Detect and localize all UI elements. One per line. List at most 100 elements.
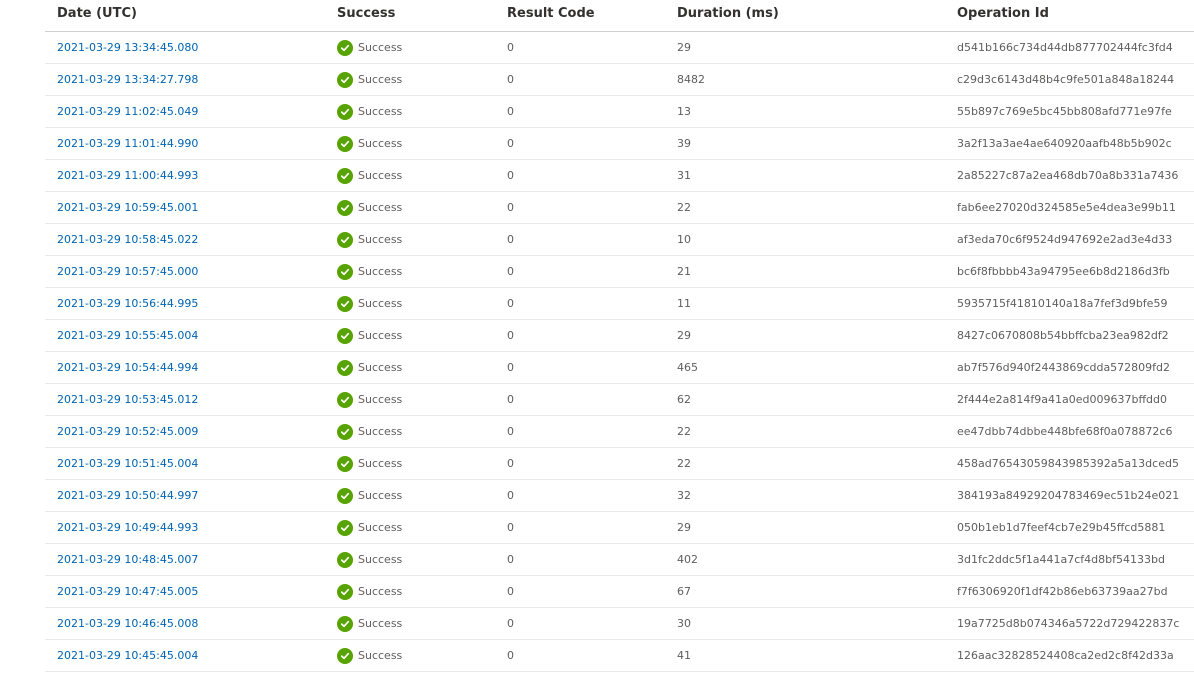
date-cell: 2021-03-29 10:57:45.000 — [57, 256, 198, 287]
date-link[interactable]: 2021-03-29 10:52:45.009 — [57, 425, 198, 438]
table-row[interactable]: 2021-03-29 10:48:45.007 Success 0 402 3d… — [45, 544, 1194, 576]
success-check-icon — [337, 391, 353, 408]
result-code-cell: 0 — [507, 553, 514, 566]
success-check-icon — [337, 551, 353, 568]
result-code-cell: 0 — [507, 41, 514, 54]
operation-id-cell: 3d1fc2ddc5f1a441a7cf4d8bf54133bd — [957, 553, 1165, 566]
operation-id-cell: ee47dbb74dbbe448bfe68f0a078872c6 — [957, 425, 1173, 438]
success-cell: Success — [337, 608, 402, 639]
status-text: Success — [358, 265, 403, 278]
date-cell: 2021-03-29 10:55:45.004 — [57, 320, 198, 351]
table-row[interactable]: 2021-03-29 10:47:45.005 Success 0 67 f7f… — [45, 576, 1194, 608]
date-link[interactable]: 2021-03-29 10:49:44.993 — [57, 521, 198, 534]
status-text: Success — [358, 201, 403, 214]
date-cell: 2021-03-29 10:58:45.022 — [57, 224, 198, 255]
table-row[interactable]: 2021-03-29 11:02:45.049 Success 0 13 55b… — [45, 96, 1194, 128]
status-badge: Success — [337, 647, 402, 664]
table-row[interactable]: 2021-03-29 10:56:44.995 Success 0 11 593… — [45, 288, 1194, 320]
date-link[interactable]: 2021-03-29 10:54:44.994 — [57, 361, 198, 374]
date-cell: 2021-03-29 10:48:45.007 — [57, 544, 198, 575]
date-link[interactable]: 2021-03-29 10:57:45.000 — [57, 265, 198, 278]
date-link[interactable]: 2021-03-29 10:58:45.022 — [57, 233, 198, 246]
date-link[interactable]: 2021-03-29 10:46:45.008 — [57, 617, 198, 630]
date-link[interactable]: 2021-03-29 10:50:44.997 — [57, 489, 198, 502]
duration-cell: 465 — [677, 361, 698, 374]
duration-cell: 41 — [677, 649, 691, 662]
success-cell: Success — [337, 96, 402, 127]
table-row[interactable]: 2021-03-29 10:58:45.022 Success 0 10 af3… — [45, 224, 1194, 256]
success-cell: Success — [337, 512, 402, 543]
date-link[interactable]: 2021-03-29 11:01:44.990 — [57, 137, 198, 150]
duration-cell: 32 — [677, 489, 691, 502]
date-cell: 2021-03-29 10:56:44.995 — [57, 288, 198, 319]
date-link[interactable]: 2021-03-29 11:02:45.049 — [57, 105, 198, 118]
table-row[interactable]: 2021-03-29 10:46:45.008 Success 0 30 19a… — [45, 608, 1194, 640]
status-text: Success — [358, 521, 403, 534]
table-row[interactable]: 2021-03-29 10:57:45.000 Success 0 21 bc6… — [45, 256, 1194, 288]
duration-cell: 39 — [677, 137, 691, 150]
duration-cell: 8482 — [677, 73, 705, 86]
operations-table: Date (UTC) Success Result Code Duration … — [45, 0, 1194, 672]
table-row[interactable]: 2021-03-29 10:45:45.004 Success 0 41 126… — [45, 640, 1194, 672]
status-text: Success — [358, 553, 403, 566]
status-badge: Success — [337, 391, 402, 408]
operation-id-cell: 55b897c769e5bc45bb808afd771e97fe — [957, 105, 1172, 118]
status-text: Success — [358, 457, 403, 470]
success-cell: Success — [337, 64, 402, 95]
operation-id-cell: 2a85227c87a2ea468db70a8b331a7436 — [957, 169, 1179, 182]
duration-cell: 62 — [677, 393, 691, 406]
column-header-date[interactable]: Date (UTC) — [57, 0, 137, 21]
status-text: Success — [358, 105, 403, 118]
date-link[interactable]: 2021-03-29 10:55:45.004 — [57, 329, 198, 342]
table-row[interactable]: 2021-03-29 10:54:44.994 Success 0 465 ab… — [45, 352, 1194, 384]
duration-cell: 21 — [677, 265, 691, 278]
success-cell: Success — [337, 160, 402, 191]
date-cell: 2021-03-29 10:47:45.005 — [57, 576, 198, 607]
date-link[interactable]: 2021-03-29 10:48:45.007 — [57, 553, 198, 566]
success-check-icon — [337, 103, 353, 120]
status-badge: Success — [337, 103, 403, 120]
status-badge: Success — [337, 39, 403, 56]
success-cell: Success — [337, 640, 402, 671]
result-code-cell: 0 — [507, 585, 514, 598]
column-header-result-code[interactable]: Result Code — [507, 0, 595, 21]
table-row[interactable]: 2021-03-29 10:59:45.001 Success 0 22 fab… — [45, 192, 1194, 224]
date-link[interactable]: 2021-03-29 10:56:44.995 — [57, 297, 198, 310]
status-text: Success — [358, 41, 403, 54]
success-check-icon — [337, 359, 353, 376]
column-header-operation-id[interactable]: Operation Id — [957, 0, 1049, 21]
duration-cell: 22 — [677, 201, 691, 214]
success-cell: Success — [337, 192, 402, 223]
result-code-cell: 0 — [507, 265, 514, 278]
table-header: Date (UTC) Success Result Code Duration … — [45, 0, 1194, 32]
date-link[interactable]: 2021-03-29 10:45:45.004 — [57, 649, 198, 662]
operation-id-cell: bc6f8fbbbb43a94795ee6b8d2186d3fb — [957, 265, 1170, 278]
date-link[interactable]: 2021-03-29 10:59:45.001 — [57, 201, 198, 214]
date-link[interactable]: 2021-03-29 13:34:45.080 — [57, 41, 198, 54]
operation-id-cell: 384193a84929204783469ec51b24e021 — [957, 489, 1180, 502]
table-row[interactable]: 2021-03-29 10:51:45.004 Success 0 22 458… — [45, 448, 1194, 480]
success-cell: Success — [337, 448, 402, 479]
column-header-duration[interactable]: Duration (ms) — [677, 0, 779, 21]
table-row[interactable]: 2021-03-29 13:34:45.080 Success 0 29 d54… — [45, 32, 1194, 64]
date-cell: 2021-03-29 11:02:45.049 — [57, 96, 198, 127]
table-row[interactable]: 2021-03-29 10:53:45.012 Success 0 62 2f4… — [45, 384, 1194, 416]
table-row[interactable]: 2021-03-29 10:50:44.997 Success 0 32 384… — [45, 480, 1194, 512]
date-cell: 2021-03-29 10:50:44.997 — [57, 480, 198, 511]
duration-cell: 22 — [677, 457, 691, 470]
date-link[interactable]: 2021-03-29 10:51:45.004 — [57, 457, 198, 470]
date-link[interactable]: 2021-03-29 10:47:45.005 — [57, 585, 198, 598]
column-header-success[interactable]: Success — [337, 0, 395, 21]
table-row[interactable]: 2021-03-29 11:01:44.990 Success 0 39 3a2… — [45, 128, 1194, 160]
date-cell: 2021-03-29 10:46:45.008 — [57, 608, 198, 639]
date-link[interactable]: 2021-03-29 10:53:45.012 — [57, 393, 198, 406]
table-row[interactable]: 2021-03-29 10:49:44.993 Success 0 29 050… — [45, 512, 1194, 544]
table-row[interactable]: 2021-03-29 10:52:45.009 Success 0 22 ee4… — [45, 416, 1194, 448]
date-link[interactable]: 2021-03-29 13:34:27.798 — [57, 73, 198, 86]
duration-cell: 67 — [677, 585, 691, 598]
date-link[interactable]: 2021-03-29 11:00:44.993 — [57, 169, 198, 182]
table-row[interactable]: 2021-03-29 10:55:45.004 Success 0 29 842… — [45, 320, 1194, 352]
table-row[interactable]: 2021-03-29 13:34:27.798 Success 0 8482 c… — [45, 64, 1194, 96]
table-row[interactable]: 2021-03-29 11:00:44.993 Success 0 31 2a8… — [45, 160, 1194, 192]
result-code-cell: 0 — [507, 457, 514, 470]
